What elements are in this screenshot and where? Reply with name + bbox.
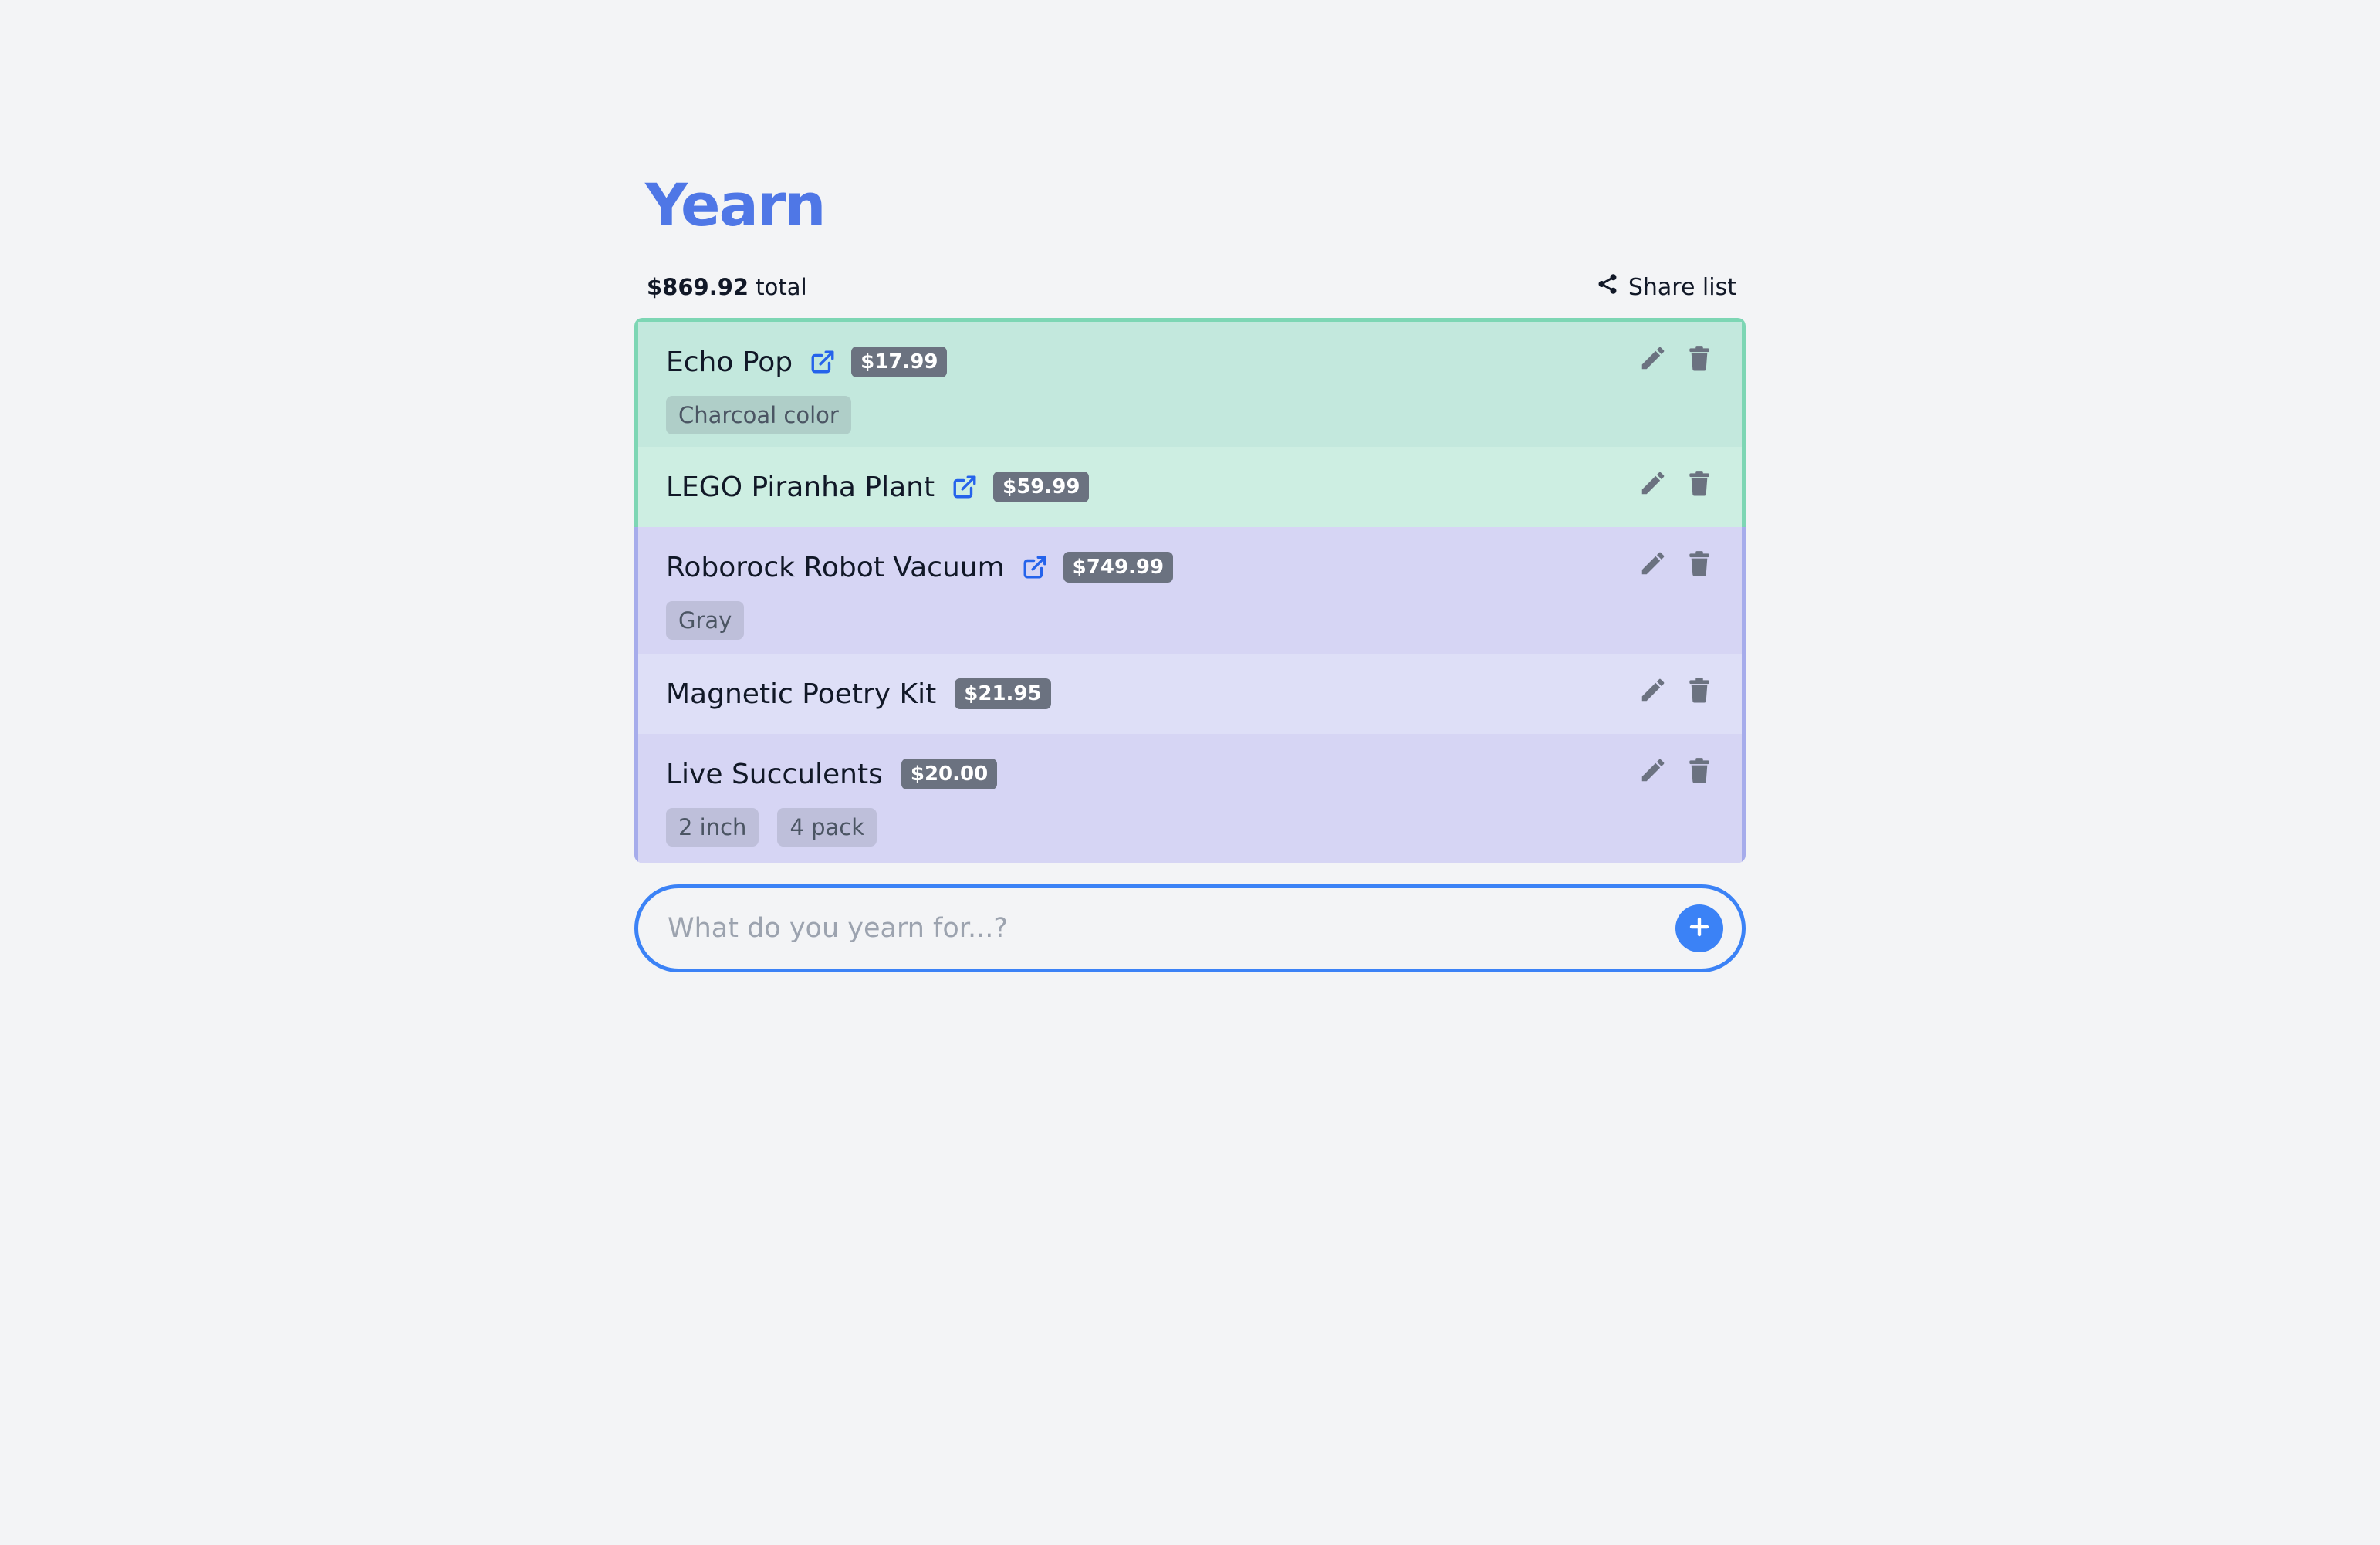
external-link-icon[interactable] — [810, 349, 836, 375]
pencil-icon[interactable] — [1638, 343, 1668, 373]
external-link-icon[interactable] — [952, 474, 978, 500]
external-link-icon[interactable] — [1022, 554, 1048, 580]
app-logo: Yearn — [645, 171, 826, 239]
item-tags: 2 inch 4 pack — [666, 808, 1742, 847]
price-badge: $20.00 — [901, 759, 998, 789]
share-list-button[interactable]: Share list — [1596, 272, 1736, 302]
pencil-icon[interactable] — [1638, 468, 1668, 498]
item-tag: 4 pack — [777, 808, 877, 847]
item-actions — [1638, 343, 1714, 373]
list-group-purple: Roborock Robot Vacuum $749.99 Gray Magne… — [634, 527, 1746, 863]
pencil-icon[interactable] — [1638, 756, 1668, 785]
price-badge: $21.95 — [955, 678, 1051, 709]
wish-list: Echo Pop $17.99 Charcoal color LEGO Pira… — [634, 318, 1746, 863]
item-name: LEGO Piranha Plant — [666, 471, 935, 503]
add-item-button[interactable] — [1675, 904, 1723, 952]
item-actions — [1638, 549, 1714, 578]
item-tag: 2 inch — [666, 808, 759, 847]
item-name: Roborock Robot Vacuum — [666, 551, 1005, 583]
item-name: Magnetic Poetry Kit — [666, 678, 937, 710]
price-badge: $59.99 — [993, 472, 1090, 502]
trash-icon[interactable] — [1685, 468, 1714, 498]
item-header: LEGO Piranha Plant $59.99 — [666, 447, 1742, 510]
item-tag: Charcoal color — [666, 396, 851, 434]
list-total: $869.92 total — [647, 274, 807, 300]
item-tags: Gray — [666, 601, 1742, 640]
summary-bar: $869.92 total Share list — [647, 272, 1736, 303]
pencil-icon[interactable] — [1638, 549, 1668, 578]
price-badge: $749.99 — [1063, 552, 1174, 583]
list-item[interactable]: Live Succulents $20.00 2 inch 4 pack — [638, 734, 1742, 863]
total-amount: $869.92 — [647, 274, 749, 300]
item-actions — [1638, 675, 1714, 705]
item-name: Live Succulents — [666, 758, 883, 790]
list-item[interactable]: LEGO Piranha Plant $59.99 — [638, 447, 1742, 527]
pencil-icon[interactable] — [1638, 675, 1668, 705]
trash-icon[interactable] — [1685, 675, 1714, 705]
list-item[interactable]: Magnetic Poetry Kit $21.95 — [638, 654, 1742, 734]
list-item[interactable]: Roborock Robot Vacuum $749.99 Gray — [638, 527, 1742, 654]
item-tags: Charcoal color — [666, 396, 1742, 434]
item-header: Echo Pop $17.99 — [666, 322, 1742, 385]
add-item-input[interactable] — [638, 887, 1675, 969]
total-suffix: total — [749, 274, 807, 300]
share-list-label: Share list — [1628, 273, 1736, 301]
price-badge: $17.99 — [851, 347, 948, 377]
trash-icon[interactable] — [1685, 343, 1714, 373]
item-header: Roborock Robot Vacuum $749.99 — [666, 527, 1742, 590]
item-actions — [1638, 756, 1714, 785]
share-icon — [1596, 272, 1619, 302]
plus-icon — [1688, 915, 1711, 942]
item-header: Live Succulents $20.00 — [666, 734, 1742, 797]
list-group-green: Echo Pop $17.99 Charcoal color LEGO Pira… — [634, 318, 1746, 527]
item-tag: Gray — [666, 601, 745, 640]
trash-icon[interactable] — [1685, 756, 1714, 785]
trash-icon[interactable] — [1685, 549, 1714, 578]
list-item[interactable]: Echo Pop $17.99 Charcoal color — [638, 322, 1742, 447]
item-actions — [1638, 468, 1714, 498]
item-name: Echo Pop — [666, 346, 793, 378]
item-header: Magnetic Poetry Kit $21.95 — [666, 654, 1742, 717]
add-item-form — [634, 884, 1746, 972]
